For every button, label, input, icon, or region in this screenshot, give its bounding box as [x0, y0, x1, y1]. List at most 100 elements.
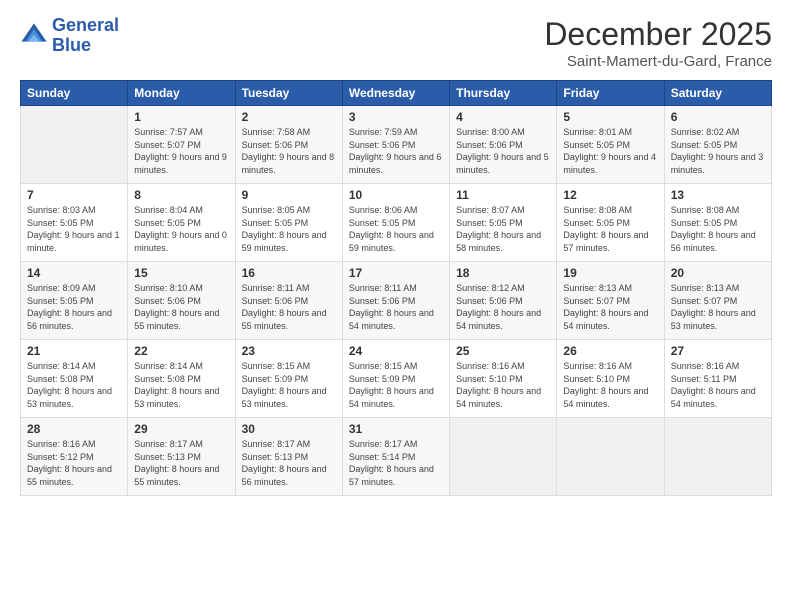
table-row: 8 Sunrise: 8:04 AMSunset: 5:05 PMDayligh… — [128, 184, 235, 262]
day-number: 9 — [242, 188, 336, 202]
table-row: 10 Sunrise: 8:06 AMSunset: 5:05 PMDaylig… — [342, 184, 449, 262]
day-info: Sunrise: 8:07 AMSunset: 5:05 PMDaylight:… — [456, 204, 550, 254]
table-row: 21 Sunrise: 8:14 AMSunset: 5:08 PMDaylig… — [21, 340, 128, 418]
day-number: 28 — [27, 422, 121, 436]
table-row — [664, 418, 771, 496]
day-info: Sunrise: 8:16 AMSunset: 5:10 PMDaylight:… — [456, 360, 550, 410]
calendar-week-row: 7 Sunrise: 8:03 AMSunset: 5:05 PMDayligh… — [21, 184, 772, 262]
table-row: 26 Sunrise: 8:16 AMSunset: 5:10 PMDaylig… — [557, 340, 664, 418]
day-number: 2 — [242, 110, 336, 124]
table-row: 22 Sunrise: 8:14 AMSunset: 5:08 PMDaylig… — [128, 340, 235, 418]
day-number: 22 — [134, 344, 228, 358]
day-number: 18 — [456, 266, 550, 280]
day-number: 8 — [134, 188, 228, 202]
table-row: 27 Sunrise: 8:16 AMSunset: 5:11 PMDaylig… — [664, 340, 771, 418]
day-info: Sunrise: 8:16 AMSunset: 5:12 PMDaylight:… — [27, 438, 121, 488]
table-row: 25 Sunrise: 8:16 AMSunset: 5:10 PMDaylig… — [450, 340, 557, 418]
table-row: 24 Sunrise: 8:15 AMSunset: 5:09 PMDaylig… — [342, 340, 449, 418]
day-info: Sunrise: 8:13 AMSunset: 5:07 PMDaylight:… — [563, 282, 657, 332]
day-info: Sunrise: 8:06 AMSunset: 5:05 PMDaylight:… — [349, 204, 443, 254]
table-row: 16 Sunrise: 8:11 AMSunset: 5:06 PMDaylig… — [235, 262, 342, 340]
calendar-table: Sunday Monday Tuesday Wednesday Thursday… — [20, 80, 772, 496]
col-thursday: Thursday — [450, 81, 557, 106]
day-info: Sunrise: 8:14 AMSunset: 5:08 PMDaylight:… — [27, 360, 121, 410]
day-number: 13 — [671, 188, 765, 202]
day-number: 30 — [242, 422, 336, 436]
day-number: 15 — [134, 266, 228, 280]
day-number: 10 — [349, 188, 443, 202]
calendar-week-row: 21 Sunrise: 8:14 AMSunset: 5:08 PMDaylig… — [21, 340, 772, 418]
day-number: 25 — [456, 344, 550, 358]
table-row: 6 Sunrise: 8:02 AMSunset: 5:05 PMDayligh… — [664, 106, 771, 184]
table-row: 20 Sunrise: 8:13 AMSunset: 5:07 PMDaylig… — [664, 262, 771, 340]
day-info: Sunrise: 8:00 AMSunset: 5:06 PMDaylight:… — [456, 126, 550, 176]
day-info: Sunrise: 8:04 AMSunset: 5:05 PMDaylight:… — [134, 204, 228, 254]
day-info: Sunrise: 8:17 AMSunset: 5:13 PMDaylight:… — [134, 438, 228, 488]
day-info: Sunrise: 7:58 AMSunset: 5:06 PMDaylight:… — [242, 126, 336, 176]
day-info: Sunrise: 8:11 AMSunset: 5:06 PMDaylight:… — [349, 282, 443, 332]
table-row: 23 Sunrise: 8:15 AMSunset: 5:09 PMDaylig… — [235, 340, 342, 418]
col-friday: Friday — [557, 81, 664, 106]
table-row: 30 Sunrise: 8:17 AMSunset: 5:13 PMDaylig… — [235, 418, 342, 496]
col-wednesday: Wednesday — [342, 81, 449, 106]
title-block: December 2025 Saint-Mamert-du-Gard, Fran… — [544, 16, 772, 70]
table-row — [450, 418, 557, 496]
table-row: 7 Sunrise: 8:03 AMSunset: 5:05 PMDayligh… — [21, 184, 128, 262]
table-row: 2 Sunrise: 7:58 AMSunset: 5:06 PMDayligh… — [235, 106, 342, 184]
day-number: 20 — [671, 266, 765, 280]
table-row: 14 Sunrise: 8:09 AMSunset: 5:05 PMDaylig… — [21, 262, 128, 340]
logo-text: General Blue — [52, 16, 119, 56]
table-row: 11 Sunrise: 8:07 AMSunset: 5:05 PMDaylig… — [450, 184, 557, 262]
day-number: 3 — [349, 110, 443, 124]
table-row: 1 Sunrise: 7:57 AMSunset: 5:07 PMDayligh… — [128, 106, 235, 184]
logo-icon — [20, 22, 48, 50]
month-title: December 2025 — [544, 16, 772, 53]
day-number: 24 — [349, 344, 443, 358]
day-info: Sunrise: 8:16 AMSunset: 5:10 PMDaylight:… — [563, 360, 657, 410]
day-number: 31 — [349, 422, 443, 436]
table-row: 28 Sunrise: 8:16 AMSunset: 5:12 PMDaylig… — [21, 418, 128, 496]
table-row: 31 Sunrise: 8:17 AMSunset: 5:14 PMDaylig… — [342, 418, 449, 496]
table-row: 13 Sunrise: 8:08 AMSunset: 5:05 PMDaylig… — [664, 184, 771, 262]
table-row: 18 Sunrise: 8:12 AMSunset: 5:06 PMDaylig… — [450, 262, 557, 340]
col-sunday: Sunday — [21, 81, 128, 106]
table-row: 3 Sunrise: 7:59 AMSunset: 5:06 PMDayligh… — [342, 106, 449, 184]
day-info: Sunrise: 8:10 AMSunset: 5:06 PMDaylight:… — [134, 282, 228, 332]
day-number: 4 — [456, 110, 550, 124]
day-number: 5 — [563, 110, 657, 124]
table-row: 5 Sunrise: 8:01 AMSunset: 5:05 PMDayligh… — [557, 106, 664, 184]
table-row: 9 Sunrise: 8:05 AMSunset: 5:05 PMDayligh… — [235, 184, 342, 262]
day-info: Sunrise: 8:14 AMSunset: 5:08 PMDaylight:… — [134, 360, 228, 410]
day-info: Sunrise: 7:59 AMSunset: 5:06 PMDaylight:… — [349, 126, 443, 176]
day-number: 17 — [349, 266, 443, 280]
calendar-header-row: Sunday Monday Tuesday Wednesday Thursday… — [21, 81, 772, 106]
day-number: 7 — [27, 188, 121, 202]
day-info: Sunrise: 8:05 AMSunset: 5:05 PMDaylight:… — [242, 204, 336, 254]
day-number: 16 — [242, 266, 336, 280]
day-number: 26 — [563, 344, 657, 358]
table-row: 29 Sunrise: 8:17 AMSunset: 5:13 PMDaylig… — [128, 418, 235, 496]
col-monday: Monday — [128, 81, 235, 106]
day-info: Sunrise: 8:11 AMSunset: 5:06 PMDaylight:… — [242, 282, 336, 332]
table-row: 15 Sunrise: 8:10 AMSunset: 5:06 PMDaylig… — [128, 262, 235, 340]
day-number: 23 — [242, 344, 336, 358]
col-saturday: Saturday — [664, 81, 771, 106]
calendar-week-row: 1 Sunrise: 7:57 AMSunset: 5:07 PMDayligh… — [21, 106, 772, 184]
day-number: 21 — [27, 344, 121, 358]
day-number: 14 — [27, 266, 121, 280]
page-header: General Blue December 2025 Saint-Mamert-… — [20, 16, 772, 70]
location-title: Saint-Mamert-du-Gard, France — [544, 53, 772, 70]
calendar-week-row: 28 Sunrise: 8:16 AMSunset: 5:12 PMDaylig… — [21, 418, 772, 496]
day-info: Sunrise: 8:15 AMSunset: 5:09 PMDaylight:… — [242, 360, 336, 410]
logo: General Blue — [20, 16, 119, 56]
day-info: Sunrise: 8:08 AMSunset: 5:05 PMDaylight:… — [671, 204, 765, 254]
day-info: Sunrise: 7:57 AMSunset: 5:07 PMDaylight:… — [134, 126, 228, 176]
day-info: Sunrise: 8:17 AMSunset: 5:13 PMDaylight:… — [242, 438, 336, 488]
day-number: 27 — [671, 344, 765, 358]
day-info: Sunrise: 8:01 AMSunset: 5:05 PMDaylight:… — [563, 126, 657, 176]
day-info: Sunrise: 8:03 AMSunset: 5:05 PMDaylight:… — [27, 204, 121, 254]
table-row: 19 Sunrise: 8:13 AMSunset: 5:07 PMDaylig… — [557, 262, 664, 340]
day-number: 12 — [563, 188, 657, 202]
day-number: 19 — [563, 266, 657, 280]
table-row: 12 Sunrise: 8:08 AMSunset: 5:05 PMDaylig… — [557, 184, 664, 262]
